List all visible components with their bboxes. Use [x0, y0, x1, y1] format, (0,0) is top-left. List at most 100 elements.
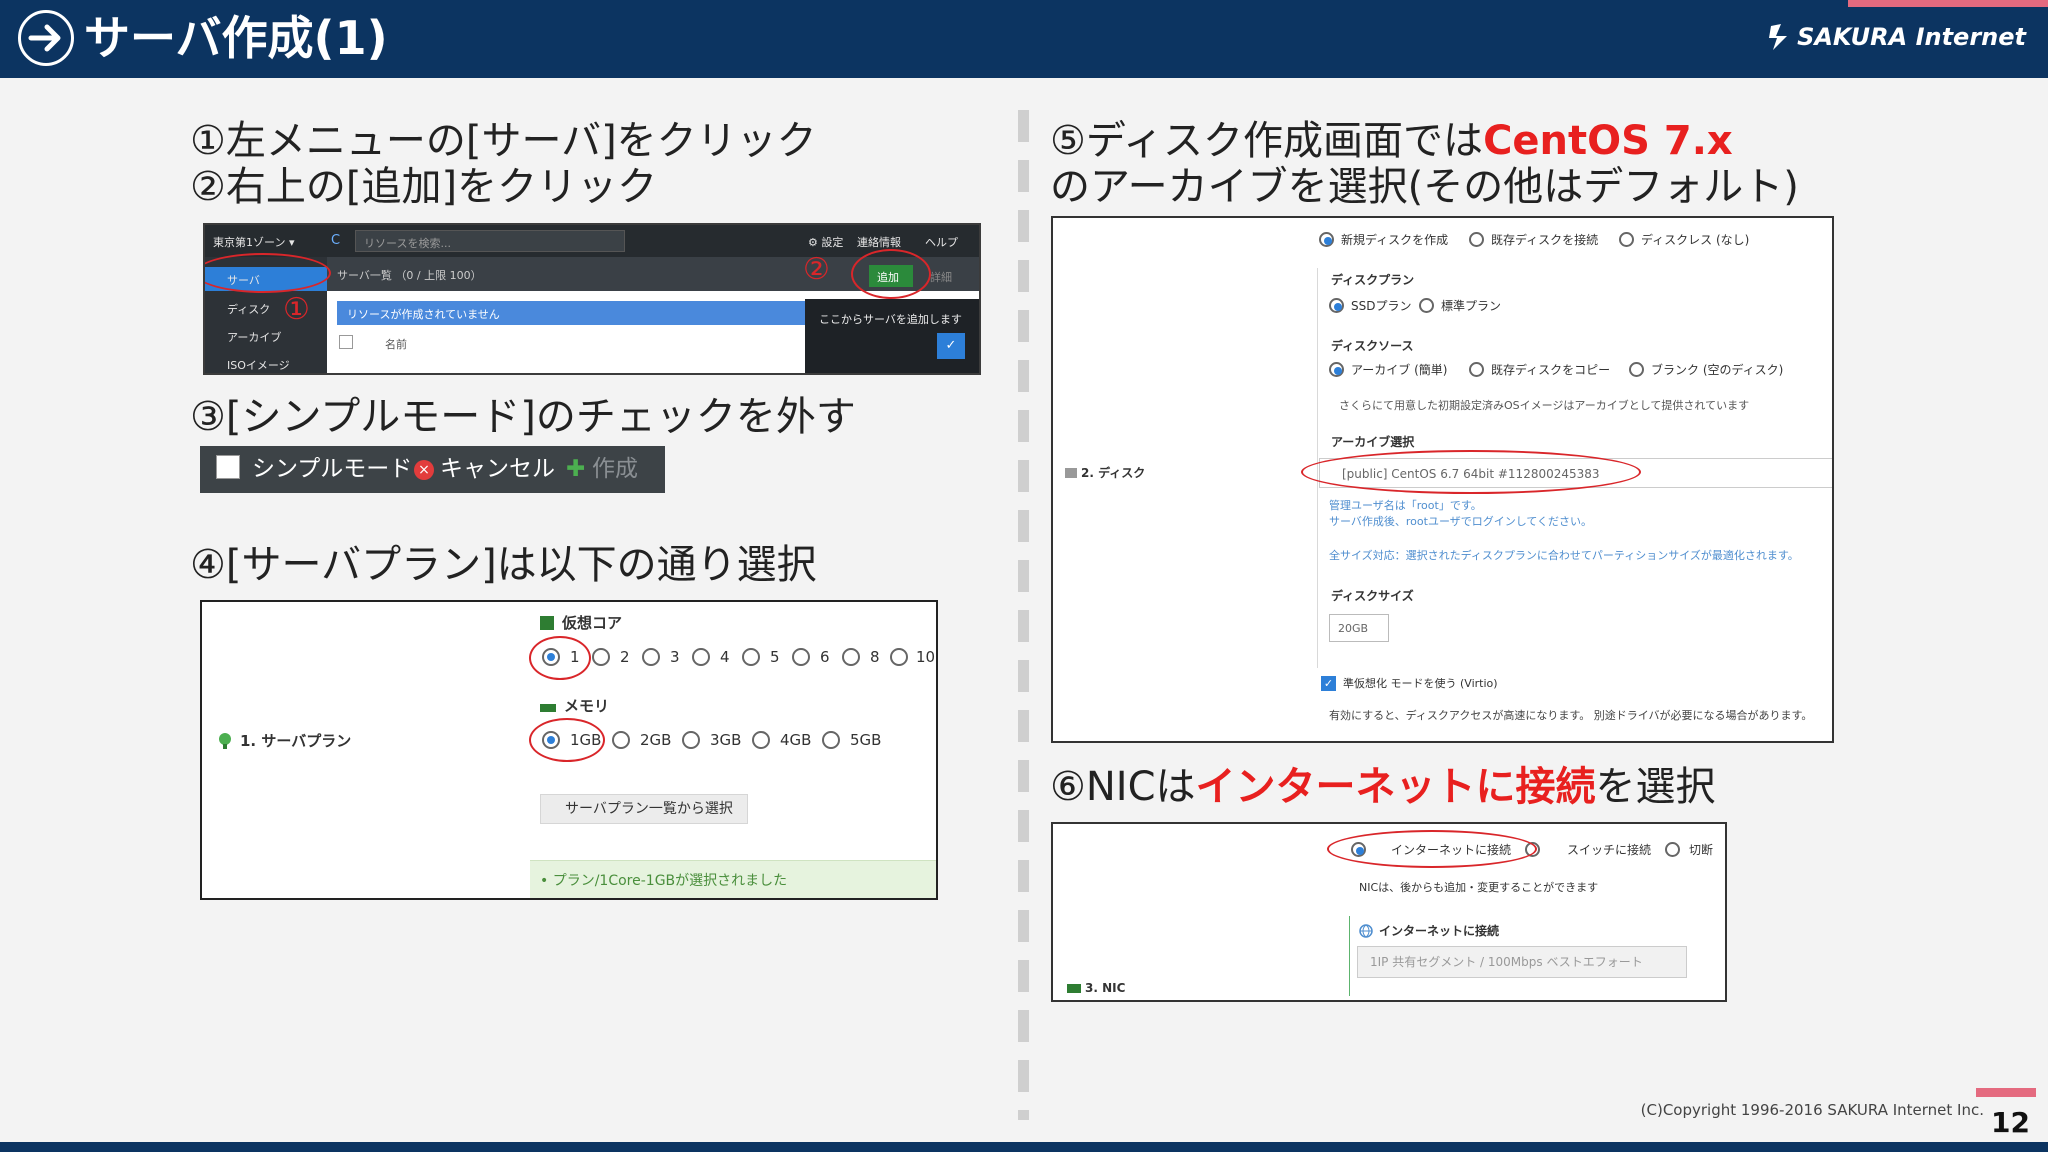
core-radio-4[interactable]: [692, 648, 710, 666]
segment-field[interactable]: 1IP 共有セグメント / 100Mbps ベストエフォート: [1357, 946, 1687, 978]
core-option-2: 2: [620, 648, 630, 666]
server-plan-icon: [219, 733, 231, 749]
step-5-prefix: ⑤ディスク作成画面では: [1050, 118, 1484, 164]
plan-list-button-label: サーバプラン一覧から選択: [565, 801, 733, 817]
server-plan-screenshot: 1. サーバプラン 仮想コア 1 2 3 4 5 6 8 10 メモリ 1GB …: [200, 600, 938, 900]
add-tooltip-text: ここからサーバを追加します: [819, 313, 962, 326]
create-plus-icon[interactable]: ✚: [566, 454, 585, 484]
core-radio-2[interactable]: [592, 648, 610, 666]
sidebar-item-iso[interactable]: ISOイメージ: [227, 357, 290, 373]
sakura-mark-icon: [1769, 24, 1788, 50]
step-2-text: ②右上の[追加]をクリック: [190, 164, 658, 210]
plan-radio-standard[interactable]: [1419, 298, 1434, 313]
control-panel-screenshot: 東京第1ゾーン ▾ C リソースを検索... ⚙ 設定 連絡情報 ヘルプ サーバ…: [203, 223, 981, 375]
core-radio-5[interactable]: [742, 648, 760, 666]
source-note: さくらにて用意した初期設定済みOSイメージはアーカイブとして提供されています: [1339, 399, 1750, 412]
globe-icon: [1359, 924, 1373, 938]
step-6-prefix: ⑥NICは: [1050, 764, 1196, 810]
core-radio-8[interactable]: [842, 648, 860, 666]
footer-bar: [0, 1142, 2048, 1152]
detail-button[interactable]: 詳細: [930, 269, 952, 285]
core-option-6: 6: [820, 648, 830, 666]
cp-notice-menu[interactable]: 連絡情報: [857, 234, 901, 250]
disk-radio-existing[interactable]: [1469, 232, 1484, 247]
server-list-title: サーバ一覧 （0 / 上限 100）: [337, 269, 482, 282]
refresh-icon[interactable]: C: [331, 233, 340, 248]
annotation-ellipse-core: [529, 636, 591, 680]
sidebar-item-disk[interactable]: ディスク: [227, 301, 270, 317]
memory-radio-5gb[interactable]: [822, 731, 840, 749]
step-6-suffix: を選択: [1595, 764, 1716, 810]
cpu-core-icon: [540, 616, 554, 630]
nic-row-label: 3. NIC: [1085, 981, 1126, 995]
internet-section-label: インターネットに接続: [1379, 924, 1500, 938]
nic-option-disconnect: 切断: [1689, 843, 1714, 857]
memory-radio-3gb[interactable]: [682, 731, 700, 749]
disk-option-existing: 既存ディスクを接続: [1491, 233, 1599, 247]
core-option-8: 8: [870, 648, 880, 666]
confirm-check-icon[interactable]: ✓: [937, 333, 965, 359]
simple-mode-checkbox[interactable]: [216, 455, 240, 479]
disk-radio-diskless[interactable]: [1619, 232, 1634, 247]
annotation-ellipse-archive: [1301, 450, 1641, 494]
core-option-4: 4: [720, 648, 730, 666]
step-6-text: ⑥NICはインターネットに接続を選択: [1050, 764, 1716, 810]
source-option-copy: 既存ディスクをコピー: [1491, 363, 1611, 377]
create-button-disabled: 作成: [592, 456, 638, 482]
disk-source-label: ディスクソース: [1331, 339, 1414, 353]
cancel-button[interactable]: キャンセル: [440, 454, 555, 484]
core-option-3: 3: [670, 648, 680, 666]
source-radio-blank[interactable]: [1629, 362, 1644, 377]
source-radio-copy[interactable]: [1469, 362, 1484, 377]
memory-option-3gb: 3GB: [710, 731, 742, 749]
memory-option-2gb: 2GB: [640, 731, 672, 749]
step-5-text: ⑤ディスク作成画面ではCentOS 7.x: [1050, 118, 1733, 164]
disk-option-diskless: ディスクレス (なし): [1641, 233, 1750, 247]
cp-help-menu[interactable]: ヘルプ: [925, 234, 958, 250]
page-number-accent: [1976, 1088, 2036, 1097]
admin-note-1: 管理ユーザ名は「root」です。: [1329, 499, 1482, 512]
row-select-checkbox[interactable]: [339, 335, 353, 349]
cp-settings-menu[interactable]: ⚙ 設定: [808, 234, 843, 250]
cancel-icon[interactable]: ×: [414, 460, 434, 480]
step-4-text: ④[サーバプラン]は以下の通り選択: [190, 542, 817, 588]
source-radio-archive[interactable]: [1329, 362, 1344, 377]
segment-field-value: 1IP 共有セグメント / 100Mbps ベストエフォート: [1370, 955, 1643, 969]
disk-size-field[interactable]: 20GB: [1329, 614, 1389, 642]
plan-selected-message: • プラン/1Core-1GBが選択されました: [540, 873, 788, 889]
core-radio-3[interactable]: [642, 648, 660, 666]
cp-search-input[interactable]: リソースを検索...: [355, 230, 625, 252]
core-radio-6[interactable]: [792, 648, 810, 666]
disk-size-label: ディスクサイズ: [1331, 589, 1414, 603]
memory-label: メモリ: [564, 697, 610, 715]
simple-mode-label: シンプルモード: [252, 456, 413, 482]
nic-radio-disconnect[interactable]: [1665, 842, 1680, 857]
nic-section-line: [1349, 916, 1350, 996]
plan-list-button[interactable]: サーバプラン一覧から選択: [540, 794, 748, 824]
step-1-text: ①左メニューの[サーバ]をクリック: [190, 118, 817, 164]
server-plan-row-label: 1. サーバプラン: [240, 732, 352, 750]
virtio-label: 準仮想化 モードを使う (Virtio): [1343, 677, 1498, 690]
source-option-archive: アーカイブ (簡単): [1351, 363, 1448, 377]
step-5-line2: のアーカイブを選択(その他はデフォルト): [1050, 164, 1799, 210]
core-option-5: 5: [770, 648, 780, 666]
size-optimize-note: 全サイズ対応：選択されたディスクプランに合わせてパーティションサイズが最適化され…: [1329, 549, 1799, 562]
nic-settings-screenshot: 3. NIC インターネットに接続 スイッチに接続 切断 NICは、後からも追加…: [1051, 822, 1727, 1002]
column-divider: [1018, 110, 1029, 1120]
plan-option-ssd: SSDプラン: [1351, 299, 1412, 313]
cp-zone-selector[interactable]: 東京第1ゾーン ▾: [213, 234, 294, 250]
plan-radio-ssd[interactable]: [1329, 298, 1344, 313]
memory-radio-4gb[interactable]: [752, 731, 770, 749]
core-radio-10[interactable]: [890, 648, 908, 666]
logo-text: SAKURA Internet: [1797, 23, 2026, 51]
sakura-logo: SAKURA Internet: [1767, 22, 2026, 52]
memory-icon: [540, 704, 556, 712]
sidebar-item-archive[interactable]: アーカイブ: [227, 329, 281, 345]
annotation-ellipse-internet: [1327, 830, 1537, 868]
virtio-checkbox[interactable]: ✓: [1321, 676, 1336, 691]
memory-radio-2gb[interactable]: [612, 731, 630, 749]
disk-plan-label: ディスクプラン: [1331, 273, 1415, 287]
disk-radio-new[interactable]: [1319, 232, 1334, 247]
step-5-highlight: CentOS 7.x: [1483, 118, 1733, 164]
arrow-right-icon: [18, 10, 74, 66]
